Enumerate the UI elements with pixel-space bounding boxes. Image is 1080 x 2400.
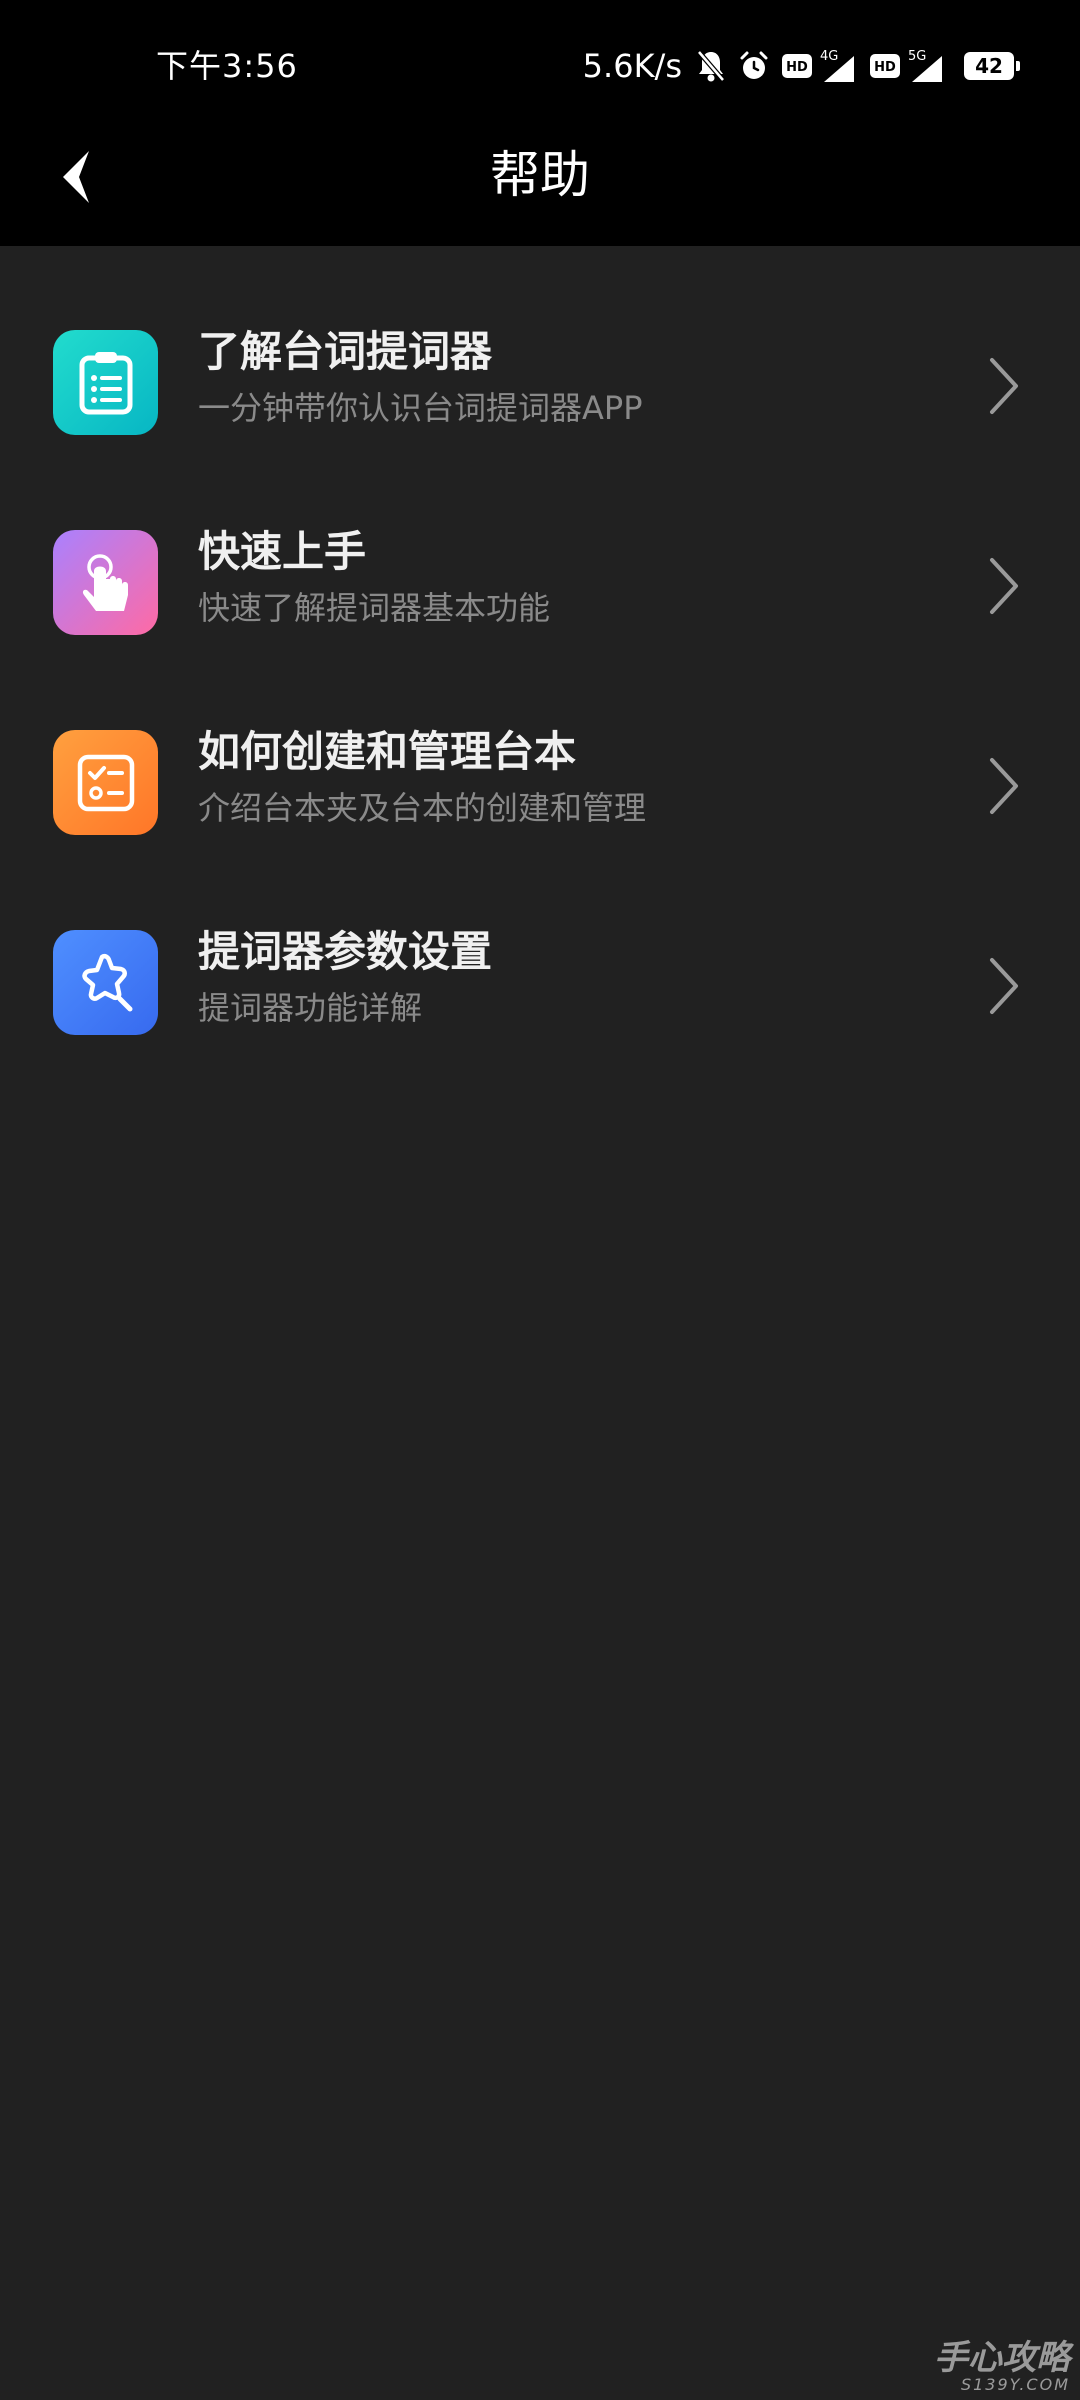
help-item-description: 介绍台本夹及台本的创建和管理 xyxy=(198,789,647,827)
chevron-right-icon xyxy=(990,758,1018,814)
status-time: 下午3:56 xyxy=(156,47,298,85)
watermark-sub: S139Y.COM xyxy=(960,2375,1070,2394)
star-settings-icon xyxy=(53,930,158,1035)
hd-icon: HD xyxy=(782,54,812,78)
help-item-settings[interactable]: 提词器参数设置 提词器功能详解 xyxy=(0,846,1080,1046)
watermark: 手心攻略 S139Y.COM xyxy=(934,2340,1070,2394)
mute-bell-icon xyxy=(696,49,726,83)
battery-icon: 42 xyxy=(964,52,1020,80)
help-item-manage-scripts[interactable]: 如何创建和管理台本 介绍台本夹及台本的创建和管理 xyxy=(0,646,1080,846)
status-bar: 下午3:56 5.6K/s HD 4G HD 5G 42 xyxy=(0,0,1080,120)
chevron-right-icon xyxy=(990,958,1018,1014)
help-item-title: 如何创建和管理台本 xyxy=(198,727,577,776)
help-item-description: 快速了解提词器基本功能 xyxy=(198,589,551,627)
svg-text:4G: 4G xyxy=(820,49,838,64)
svg-text:5G: 5G xyxy=(908,49,926,64)
help-item-quick-start[interactable]: 快速上手 快速了解提词器基本功能 xyxy=(0,446,1080,646)
page-title: 帮助 xyxy=(490,146,590,204)
title-bar: 帮助 xyxy=(0,120,1080,246)
help-item-title: 提词器参数设置 xyxy=(198,927,493,976)
watermark-text: 手心攻略 xyxy=(934,2338,1070,2378)
svg-text:HD: HD xyxy=(874,60,896,75)
clipboard-list-icon xyxy=(53,330,158,435)
help-item-title: 快速上手 xyxy=(198,527,367,576)
svg-text:HD: HD xyxy=(786,60,808,75)
status-icons: 5.6K/s HD 4G HD 5G 42 xyxy=(582,46,1020,86)
alarm-icon xyxy=(738,50,770,82)
chevron-right-icon xyxy=(990,558,1018,614)
4g-signal-icon: 4G xyxy=(818,48,858,84)
5g-signal-icon: 5G xyxy=(906,48,946,84)
chevron-right-icon xyxy=(990,358,1018,414)
help-item-description: 提词器功能详解 xyxy=(198,989,423,1027)
hd-icon-2: HD xyxy=(870,54,900,78)
help-item-description: 一分钟带你认识台词提词器APP xyxy=(198,389,643,427)
help-item-title: 了解台词提词器 xyxy=(198,327,493,376)
net-speed: 5.6K/s xyxy=(582,47,682,85)
tap-hand-icon xyxy=(53,530,158,635)
checklist-icon xyxy=(53,730,158,835)
help-item-intro[interactable]: 了解台词提词器 一分钟带你认识台词提词器APP xyxy=(0,246,1080,446)
